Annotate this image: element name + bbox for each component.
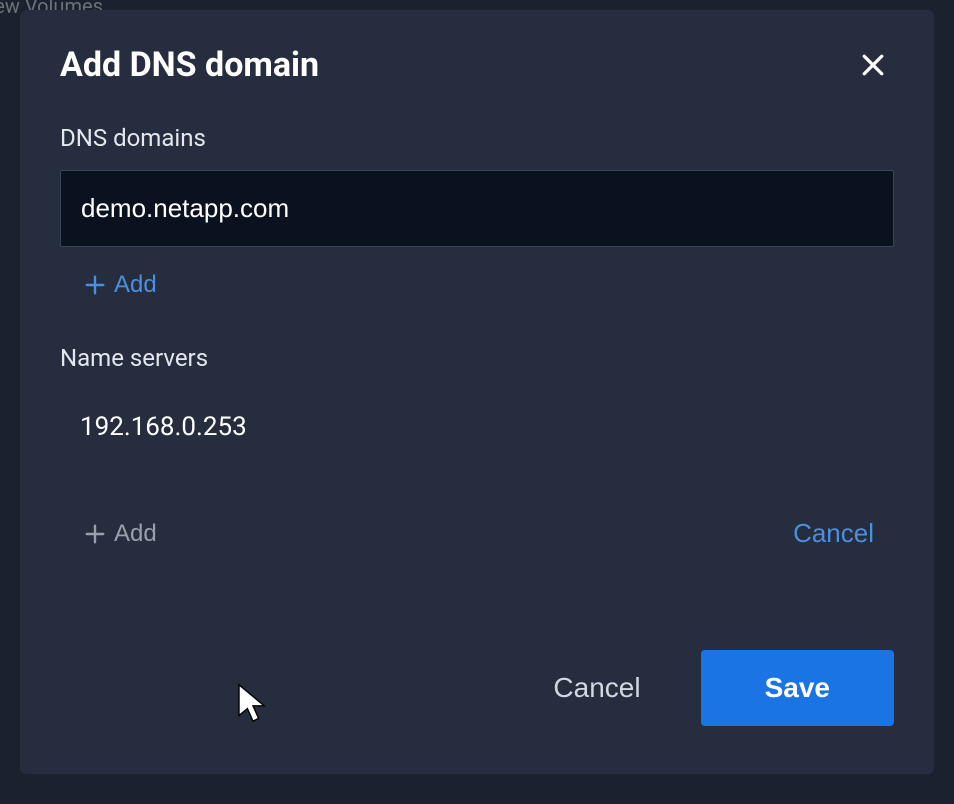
dns-domain-input[interactable] (60, 170, 894, 247)
name-server-value: 192.168.0.253 (60, 390, 894, 464)
close-button[interactable] (852, 44, 894, 86)
name-servers-section: Name servers 192.168.0.253 Add (60, 344, 894, 549)
dns-domains-label: DNS domains (60, 124, 894, 152)
save-button[interactable]: Save (701, 650, 894, 726)
cancel-button[interactable]: Cancel (553, 672, 640, 704)
close-icon (858, 50, 888, 80)
plus-icon (84, 523, 106, 545)
add-name-server-button[interactable]: Add (84, 520, 157, 548)
add-dns-domain-label: Add (114, 271, 157, 299)
dns-domains-section: DNS domains Add (60, 124, 894, 300)
name-servers-label: Name servers (60, 344, 894, 372)
plus-icon (84, 274, 106, 296)
modal-footer: Cancel Save (553, 650, 894, 726)
add-name-server-label: Add (114, 520, 157, 548)
add-dns-domain-button[interactable]: Add (84, 271, 157, 299)
name-server-cancel-button[interactable]: Cancel (793, 518, 874, 549)
add-dns-domain-modal: Add DNS domain DNS domains Add Name serv… (20, 10, 934, 774)
modal-header: Add DNS domain (60, 44, 894, 86)
modal-title: Add DNS domain (60, 45, 319, 85)
